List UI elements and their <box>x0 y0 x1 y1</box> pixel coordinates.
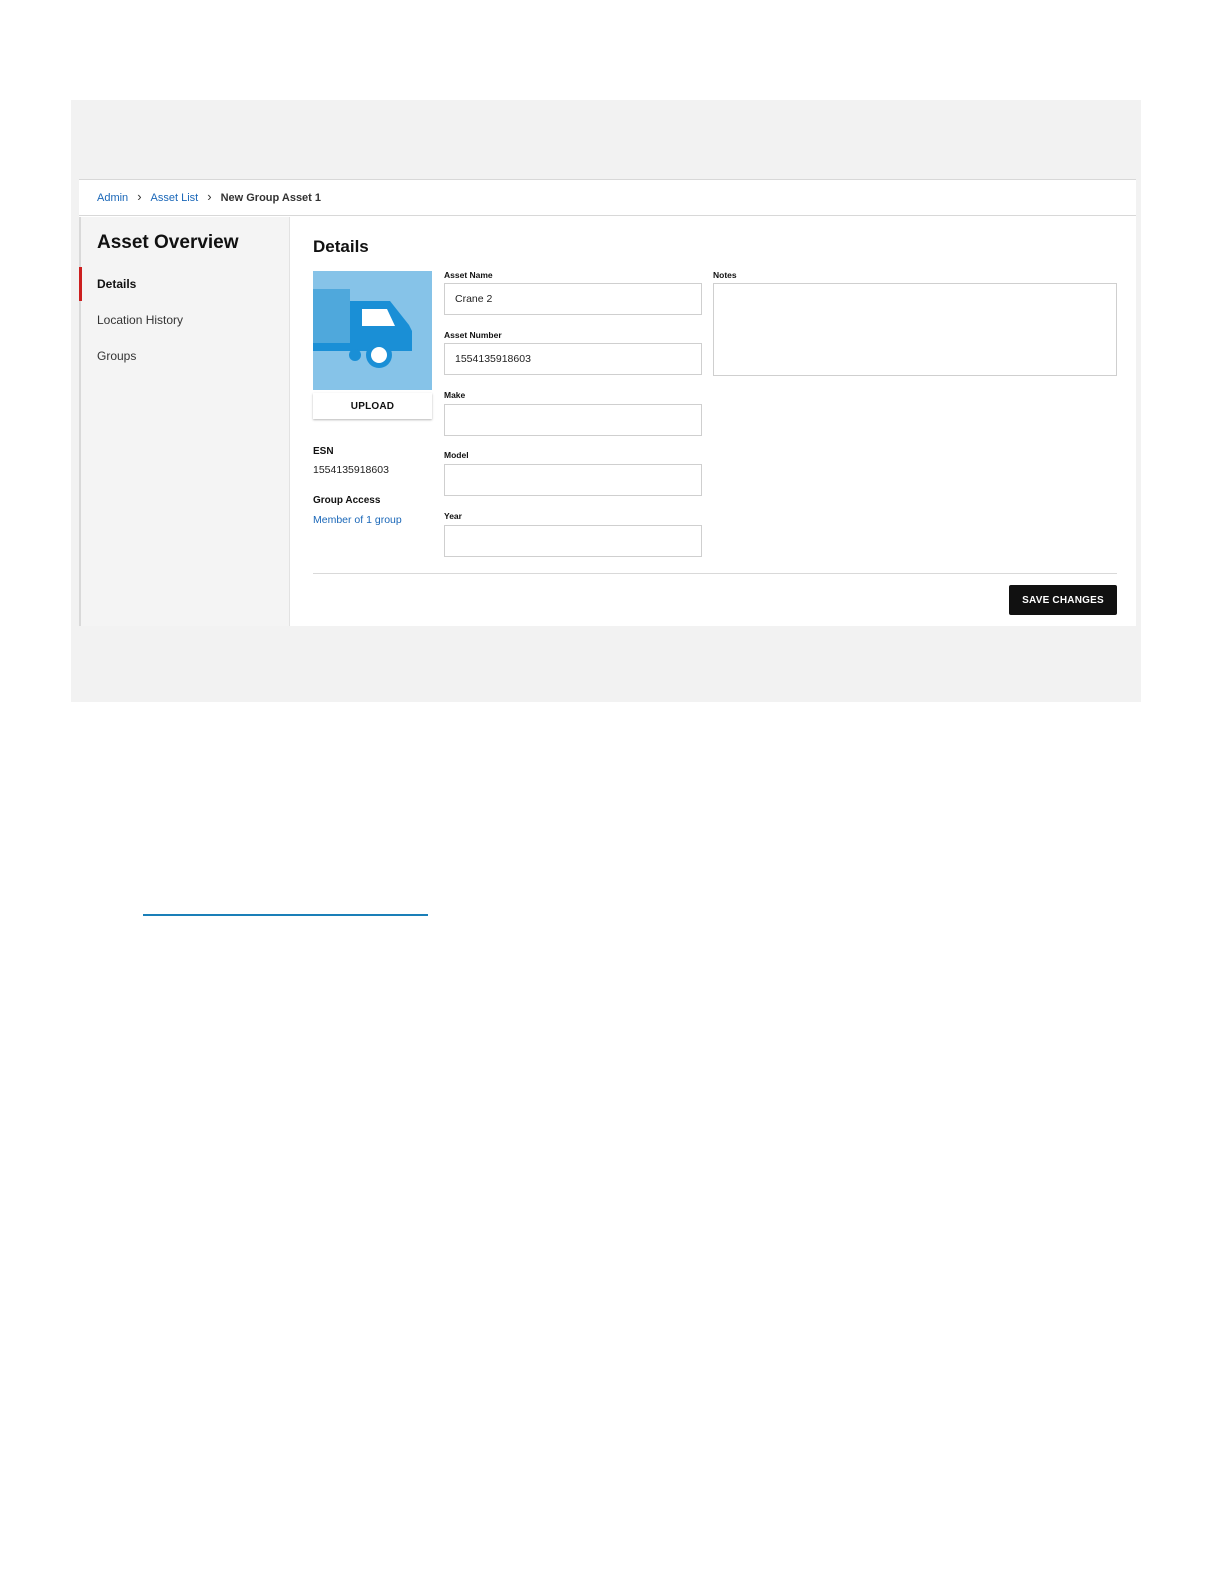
active-nav-indicator <box>79 267 82 301</box>
model-input[interactable] <box>444 464 702 496</box>
breadcrumb-admin[interactable]: Admin <box>97 192 128 204</box>
sidebar: Asset Overview Details Location History … <box>79 217 290 626</box>
notes-label: Notes <box>713 270 737 280</box>
model-label: Model <box>444 450 469 460</box>
sidebar-title: Asset Overview <box>97 232 239 253</box>
save-changes-button[interactable]: SAVE CHANGES <box>1009 585 1117 615</box>
breadcrumb: Admin › Asset List › New Group Asset 1 <box>79 180 1136 216</box>
esn-label: ESN <box>313 446 334 457</box>
group-access-label: Group Access <box>313 495 381 506</box>
year-label: Year <box>444 511 462 521</box>
asset-name-label: Asset Name <box>444 270 493 280</box>
details-panel: Details UPLOAD ESN 1554135918603 Group A… <box>291 217 1136 626</box>
breadcrumb-asset-list[interactable]: Asset List <box>151 192 199 204</box>
breadcrumb-current: New Group Asset 1 <box>220 191 322 204</box>
blue-underline <box>143 914 428 916</box>
divider <box>313 573 1117 574</box>
year-input[interactable] <box>444 525 702 557</box>
screenshot-frame: Admin › Asset List › New Group Asset 1 A… <box>71 100 1141 702</box>
chevron-right-icon: › <box>207 189 212 204</box>
group-access-link[interactable]: Member of 1 group <box>313 514 402 526</box>
esn-value: 1554135918603 <box>313 464 389 476</box>
section-title: Details <box>313 237 369 256</box>
sidebar-item-location-history[interactable]: Location History <box>97 313 183 327</box>
notes-textarea[interactable] <box>713 283 1117 376</box>
sidebar-item-groups[interactable]: Groups <box>97 349 136 363</box>
asset-name-input[interactable] <box>444 283 702 315</box>
asset-number-label: Asset Number <box>444 330 502 340</box>
chevron-right-icon: › <box>137 189 142 204</box>
asset-overview-app: Admin › Asset List › New Group Asset 1 A… <box>79 179 1136 626</box>
sidebar-item-details[interactable]: Details <box>97 277 136 291</box>
truck-icon <box>313 289 412 368</box>
make-label: Make <box>444 390 466 400</box>
asset-image <box>313 271 432 390</box>
make-input[interactable] <box>444 404 702 436</box>
upload-button[interactable]: UPLOAD <box>313 393 432 419</box>
asset-number-input[interactable] <box>444 343 702 375</box>
